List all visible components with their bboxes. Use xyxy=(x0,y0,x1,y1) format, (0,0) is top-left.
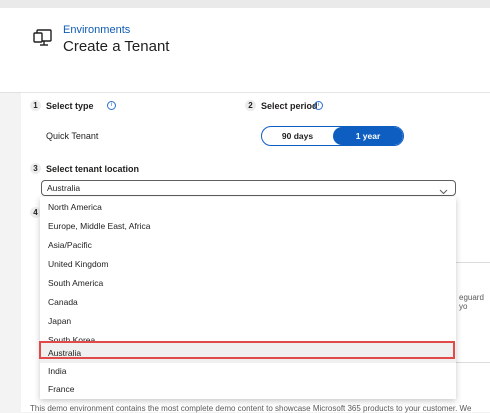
location-dropdown: North America Europe, Middle East, Afric… xyxy=(40,197,456,399)
option-label: France xyxy=(48,384,75,394)
option-label: Europe, Middle East, Africa xyxy=(48,221,151,231)
period-option-90-days[interactable]: 90 days xyxy=(262,127,333,145)
location-option-united-kingdom[interactable]: United Kingdom xyxy=(40,254,456,274)
page-title: Create a Tenant xyxy=(63,38,170,55)
divider xyxy=(456,262,490,263)
location-option-india[interactable]: India xyxy=(40,361,456,381)
info-icon[interactable]: i xyxy=(107,101,116,110)
option-label: North America xyxy=(48,202,102,212)
select-period-label: Select period xyxy=(261,101,318,111)
location-option-north-america[interactable]: North America xyxy=(40,197,456,217)
location-option-asia-pacific[interactable]: Asia/Pacific xyxy=(40,235,456,255)
description-text: This demo environment contains the most … xyxy=(30,404,472,413)
tenant-location-select[interactable]: Australia xyxy=(41,180,456,196)
location-option-south-america[interactable]: South America xyxy=(40,273,456,293)
page-header: Environments Create a Tenant xyxy=(0,8,490,93)
option-label: Asia/Pacific xyxy=(48,240,92,250)
environments-icon xyxy=(33,28,55,48)
step-1-number: 1 xyxy=(30,100,41,111)
select-type-label: Select type xyxy=(46,101,94,111)
selection-highlight-box xyxy=(39,341,455,359)
step-2-number: 2 xyxy=(245,100,256,111)
period-option-1-year[interactable]: 1 year xyxy=(333,127,403,145)
step-3-number: 3 xyxy=(30,163,41,174)
info-icon[interactable]: i xyxy=(314,101,323,110)
top-strip xyxy=(0,0,490,8)
divider xyxy=(456,362,490,363)
select-location-label: Select tenant location xyxy=(46,164,140,174)
option-label: India xyxy=(48,366,67,376)
location-option-canada[interactable]: Canada xyxy=(40,292,456,312)
tenant-type-value: Quick Tenant xyxy=(46,131,99,141)
chevron-down-icon xyxy=(439,183,448,195)
location-option-france[interactable]: France xyxy=(40,379,456,399)
option-label: United Kingdom xyxy=(48,259,109,269)
option-label: Japan xyxy=(48,316,72,326)
breadcrumb-environments[interactable]: Environments xyxy=(63,24,130,36)
option-label: Canada xyxy=(48,297,78,307)
option-label: South America xyxy=(48,278,104,288)
background-text: eguard yo xyxy=(459,293,484,311)
location-option-japan[interactable]: Japan xyxy=(40,311,456,331)
period-toggle[interactable]: 90 days 1 year xyxy=(261,126,404,146)
tenant-location-value: Australia xyxy=(47,183,81,193)
location-option-emea[interactable]: Europe, Middle East, Africa xyxy=(40,216,456,236)
